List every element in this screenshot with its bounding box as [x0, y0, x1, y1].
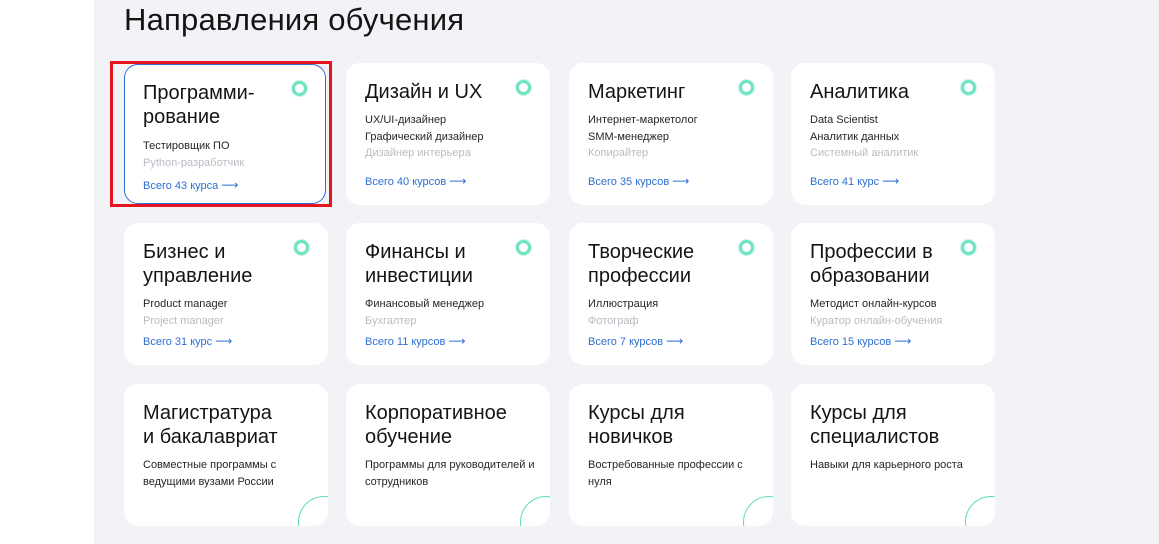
arrow-right-icon: ⟶ — [215, 334, 233, 348]
card-subtitle-item: UX/UI-дизайнер — [365, 114, 447, 126]
card-course-count-link[interactable]: Всего 7 курсов ⟶ — [588, 334, 683, 348]
teal-dot-icon — [516, 80, 531, 95]
card-subtitle-item: Финансовый менеджер — [365, 298, 485, 310]
arrow-right-icon: ⟶ — [666, 334, 684, 348]
teal-dot-icon — [739, 80, 754, 95]
arrow-right-icon: ⟶ — [449, 174, 467, 188]
direction-card[interactable]: Курсы для специалистов Навыки для карьерно… — [791, 384, 995, 526]
card-subtitle-item: Иллюстрация — [588, 298, 659, 310]
card-subtitle-item: Тестировщик ПО — [143, 140, 230, 152]
direction-card[interactable]: Финансы и инвестиции Финансовый менеджер Бу… — [346, 223, 550, 365]
card-title: Профессии в образовании — [810, 241, 933, 287]
card-subtitle-item: Project manager — [143, 314, 224, 327]
card-course-count-link[interactable]: Всего 40 курсов ⟶ — [365, 174, 466, 188]
card-subtitle-item: Фотограф — [588, 314, 639, 327]
card-title: Корпоративное обучение — [365, 402, 507, 448]
card-title: Магистратура и бакалавриат — [143, 402, 278, 448]
arrow-right-icon: ⟶ — [221, 178, 239, 192]
card-title: Программи-рование — [143, 82, 255, 128]
card-subtitles: Тестировщик ПО Python-разработчик — [143, 138, 319, 171]
card-title: Творческие профессии — [588, 241, 695, 287]
card-subtitle-item: Куратор онлайн-обучения — [810, 314, 943, 327]
arc-decoration-icon — [520, 496, 550, 526]
section-title: Направления обучения — [124, 2, 465, 37]
arc-decoration-icon — [743, 496, 773, 526]
card-title: Курсы для специалистов — [810, 402, 940, 448]
card-subtitles: Иллюстрация Фотограф — [588, 296, 764, 329]
card-subtitle-item: Графический дизайнер — [365, 130, 484, 143]
card-title: Маркетинг — [588, 81, 686, 103]
direction-card[interactable]: Бизнес и управление Product manager Project… — [124, 223, 328, 365]
card-subtitle-item: Data Scientist — [810, 114, 878, 126]
card-course-count-link[interactable]: Всего 15 курсов ⟶ — [810, 334, 911, 348]
card-description: Востребованные профессии с нуля — [588, 457, 758, 490]
card-course-count-link[interactable]: Всего 11 курсов ⟶ — [365, 334, 466, 348]
card-description-text: Востребованные профессии с нуля — [588, 459, 743, 488]
card-description: Программы для руководителей и сотруднико… — [365, 457, 535, 490]
card-subtitle-item: Product manager — [143, 298, 228, 310]
card-subtitle-item: Методист онлайн-курсов — [810, 298, 937, 310]
direction-card[interactable]: Профессии в образовании Методист онлайн-ку… — [791, 223, 995, 365]
teal-dot-icon — [961, 240, 976, 255]
arc-decoration-icon — [298, 496, 328, 526]
direction-card[interactable]: Магистратура и бакалавриат Совместные прог… — [124, 384, 328, 526]
card-subtitles: Data Scientist Аналитик данных Системный а… — [810, 112, 986, 162]
card-title: Дизайн и UX — [365, 81, 483, 103]
card-subtitles: UX/UI-дизайнер Графический дизайнер Дизайн… — [365, 112, 541, 162]
card-title: Курсы для новичков — [588, 402, 685, 448]
direction-card[interactable]: Программи-рование Тестировщик ПО Python-ра… — [124, 64, 326, 204]
card-description-text: Программы для руководителей и сотруднико… — [365, 459, 535, 488]
teal-dot-icon — [292, 81, 307, 96]
card-course-count-link[interactable]: Всего 43 курса ⟶ — [143, 178, 238, 192]
card-description: Навыки для карьерного роста — [810, 457, 980, 474]
card-subtitle-item: Дизайнер интерьера — [365, 147, 471, 159]
direction-card[interactable]: Корпоративное обучение Программы для руков… — [346, 384, 550, 526]
card-title: Аналитика — [810, 81, 909, 103]
card-description: Совместные программы с ведущими вузами Р… — [143, 457, 313, 490]
teal-dot-icon — [961, 80, 976, 95]
arc-decoration-icon — [965, 496, 995, 526]
arrow-right-icon: ⟶ — [882, 174, 900, 188]
card-subtitles: Интернет-маркетолог SMM-менеджер Копирайте… — [588, 112, 764, 162]
card-course-count-link[interactable]: Всего 31 курс ⟶ — [143, 334, 232, 348]
teal-dot-icon — [294, 240, 309, 255]
teal-dot-icon — [739, 240, 754, 255]
card-title: Финансы и инвестиции — [365, 241, 473, 287]
direction-card[interactable]: Творческие профессии Иллюстрация Фотограф Вс… — [569, 223, 773, 365]
card-course-count-link[interactable]: Всего 35 курсов ⟶ — [588, 174, 689, 188]
card-title: Бизнес и управление — [143, 241, 253, 287]
card-subtitle-item: Аналитик данных — [810, 130, 900, 143]
card-subtitle-item: Бухгалтер — [365, 314, 417, 327]
direction-card[interactable]: Маркетинг Интернет-маркетолог SMM-менеджер… — [569, 63, 773, 205]
card-description-text: Совместные программы с ведущими вузами Р… — [143, 459, 277, 488]
direction-card[interactable]: Аналитика Data Scientist Аналитик данных Си… — [791, 63, 995, 205]
card-subtitle-item: Копирайтер — [588, 147, 649, 159]
arrow-right-icon: ⟶ — [894, 334, 912, 348]
arrow-right-icon: ⟶ — [672, 174, 690, 188]
card-description-text: Навыки для карьерного роста — [810, 459, 963, 471]
card-subtitle-item: Python-разработчик — [143, 156, 245, 169]
teal-dot-icon — [516, 240, 531, 255]
arrow-right-icon: ⟶ — [448, 334, 466, 348]
card-subtitle-item: Системный аналитик — [810, 147, 919, 159]
card-subtitle-item: Интернет-маркетолог — [588, 114, 698, 126]
card-subtitles: Финансовый менеджер Бухгалтер — [365, 296, 541, 329]
card-subtitles: Методист онлайн-курсов Куратор онлайн-обу… — [810, 296, 986, 329]
card-subtitle-item: SMM-менеджер — [588, 130, 669, 143]
direction-card[interactable]: Курсы для новичков Востребованные професси… — [569, 384, 773, 526]
direction-card[interactable]: Дизайн и UX UX/UI-дизайнер Графический диз… — [346, 63, 550, 205]
card-subtitles: Product manager Project manager — [143, 296, 319, 329]
card-course-count-link[interactable]: Всего 41 курс ⟶ — [810, 174, 899, 188]
